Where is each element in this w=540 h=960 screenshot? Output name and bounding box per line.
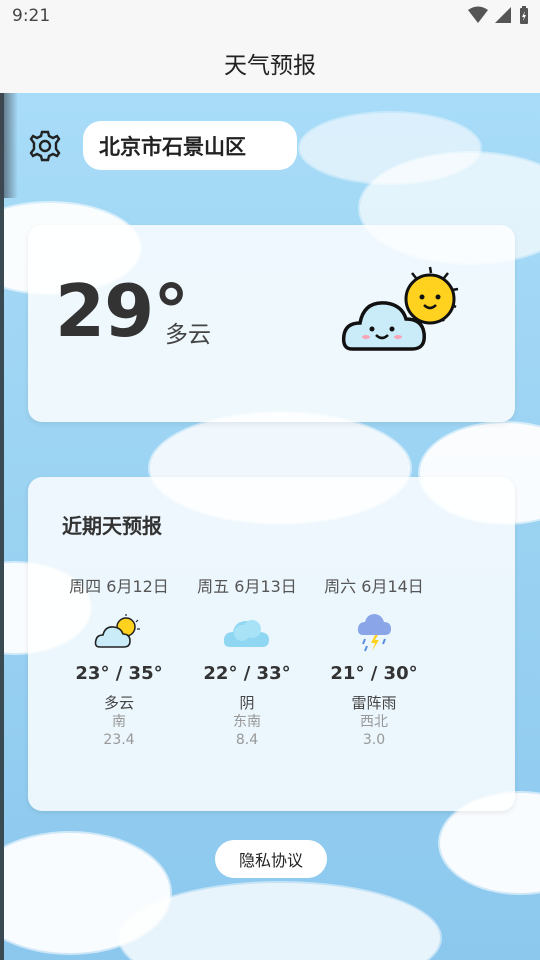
forecast-date: 周四 6月12日 — [69, 577, 169, 596]
forecast-temp-range: 21° / 30° — [330, 663, 418, 684]
system-icons — [468, 5, 530, 25]
forecast-title: 近期天预报 — [62, 514, 162, 538]
forecast-wind-speed: 23.4 — [103, 732, 135, 748]
sun-behind-cloud-icon — [94, 614, 140, 648]
forecast-wind-speed: 3.0 — [362, 732, 386, 748]
forecast-date: 周五 6月13日 — [197, 577, 297, 596]
app-bar: 天气预报 — [0, 32, 540, 93]
forecast-condition: 多云 — [103, 694, 134, 712]
forecast-temp-range: 22° / 33° — [203, 663, 291, 684]
gear-icon[interactable] — [28, 129, 62, 163]
signal-icon — [495, 7, 511, 23]
privacy-policy-button[interactable]: 隐私协议 — [215, 840, 327, 878]
forecast-date: 周六 6月14日 — [324, 577, 424, 596]
forecast-wind-speed: 8.4 — [235, 732, 259, 748]
status-bar: 9:21 — [0, 0, 540, 32]
battery-icon — [520, 6, 528, 24]
wifi-icon — [468, 6, 488, 23]
window-edge — [0, 93, 4, 960]
location-selector[interactable]: 北京市石景山区 — [83, 121, 297, 170]
forecast-day-3: 周六 6月14日 21° / 30° 雷阵雨 西北 3.0 — [314, 573, 434, 749]
thunder-rain-icon — [357, 614, 391, 652]
forecast-day-1: 周四 6月12日 23° / 35° 多云 南 23.4 — [59, 573, 179, 749]
forecast-temp-range: 23° / 35° — [75, 663, 163, 684]
sun-behind-cloud-icon — [341, 266, 459, 351]
forecast-condition: 阴 — [239, 694, 255, 712]
current-weather-card: 29° 多云 — [28, 225, 515, 422]
app-title: 天气预报 — [224, 53, 316, 79]
forecast-condition: 雷阵雨 — [351, 694, 397, 712]
forecast-day-2: 周五 6月13日 22° / 33° 阴 东南 8.4 — [187, 573, 307, 749]
forecast-wind-direction: 西北 — [360, 714, 388, 730]
status-time: 9:21 — [12, 6, 51, 26]
cloud-icon — [223, 620, 269, 647]
forecast-wind-direction: 东南 — [233, 714, 261, 730]
forecast-wind-direction: 南 — [112, 714, 126, 730]
current-condition: 多云 — [165, 322, 211, 348]
header-shadow — [0, 93, 18, 198]
forecast-card: 近期天预报 周四 6月12日 23° / 35° 多云 南 23.4 周五 6月… — [28, 477, 515, 811]
